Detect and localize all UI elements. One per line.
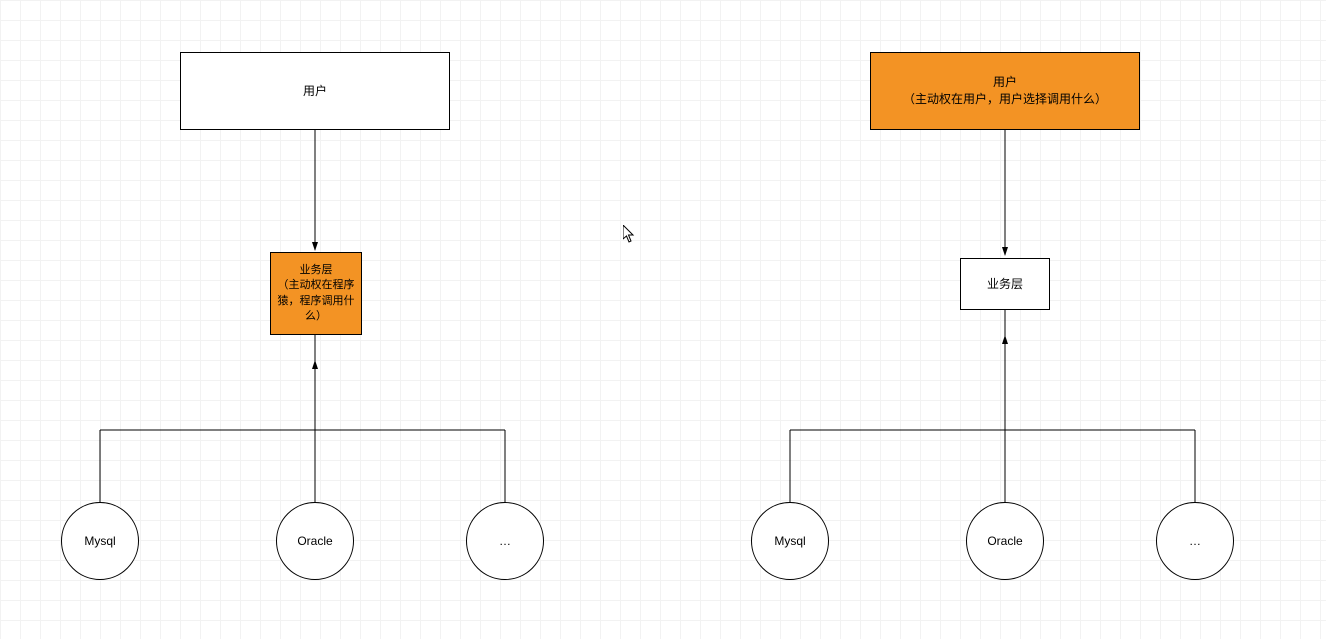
left-business-label: 业务层 （主动权在程序猿，程序调用什么）	[275, 263, 357, 325]
left-business-box: 业务层 （主动权在程序猿，程序调用什么）	[270, 252, 362, 335]
left-db-oracle: Oracle	[276, 502, 354, 580]
right-user-label: 用户 （主动权在用户，用户选择调用什么）	[903, 74, 1107, 108]
cursor-icon	[623, 225, 637, 245]
left-db-oracle-label: Oracle	[297, 534, 332, 548]
right-business-box: 业务层	[960, 258, 1050, 310]
right-db-other-label: …	[1189, 534, 1201, 548]
right-db-mysql-label: Mysql	[774, 534, 805, 548]
right-business-label: 业务层	[987, 276, 1023, 293]
right-db-other: …	[1156, 502, 1234, 580]
right-db-oracle-label: Oracle	[987, 534, 1022, 548]
left-db-mysql-label: Mysql	[84, 534, 115, 548]
right-user-box: 用户 （主动权在用户，用户选择调用什么）	[870, 52, 1140, 130]
right-db-mysql: Mysql	[751, 502, 829, 580]
left-db-mysql: Mysql	[61, 502, 139, 580]
left-user-label: 用户	[303, 83, 327, 100]
left-db-other-label: …	[499, 534, 511, 548]
diagram-canvas: 用户 业务层 （主动权在程序猿，程序调用什么） Mysql Oracle … 用…	[0, 0, 1326, 639]
left-db-other: …	[466, 502, 544, 580]
right-db-oracle: Oracle	[966, 502, 1044, 580]
left-user-box: 用户	[180, 52, 450, 130]
